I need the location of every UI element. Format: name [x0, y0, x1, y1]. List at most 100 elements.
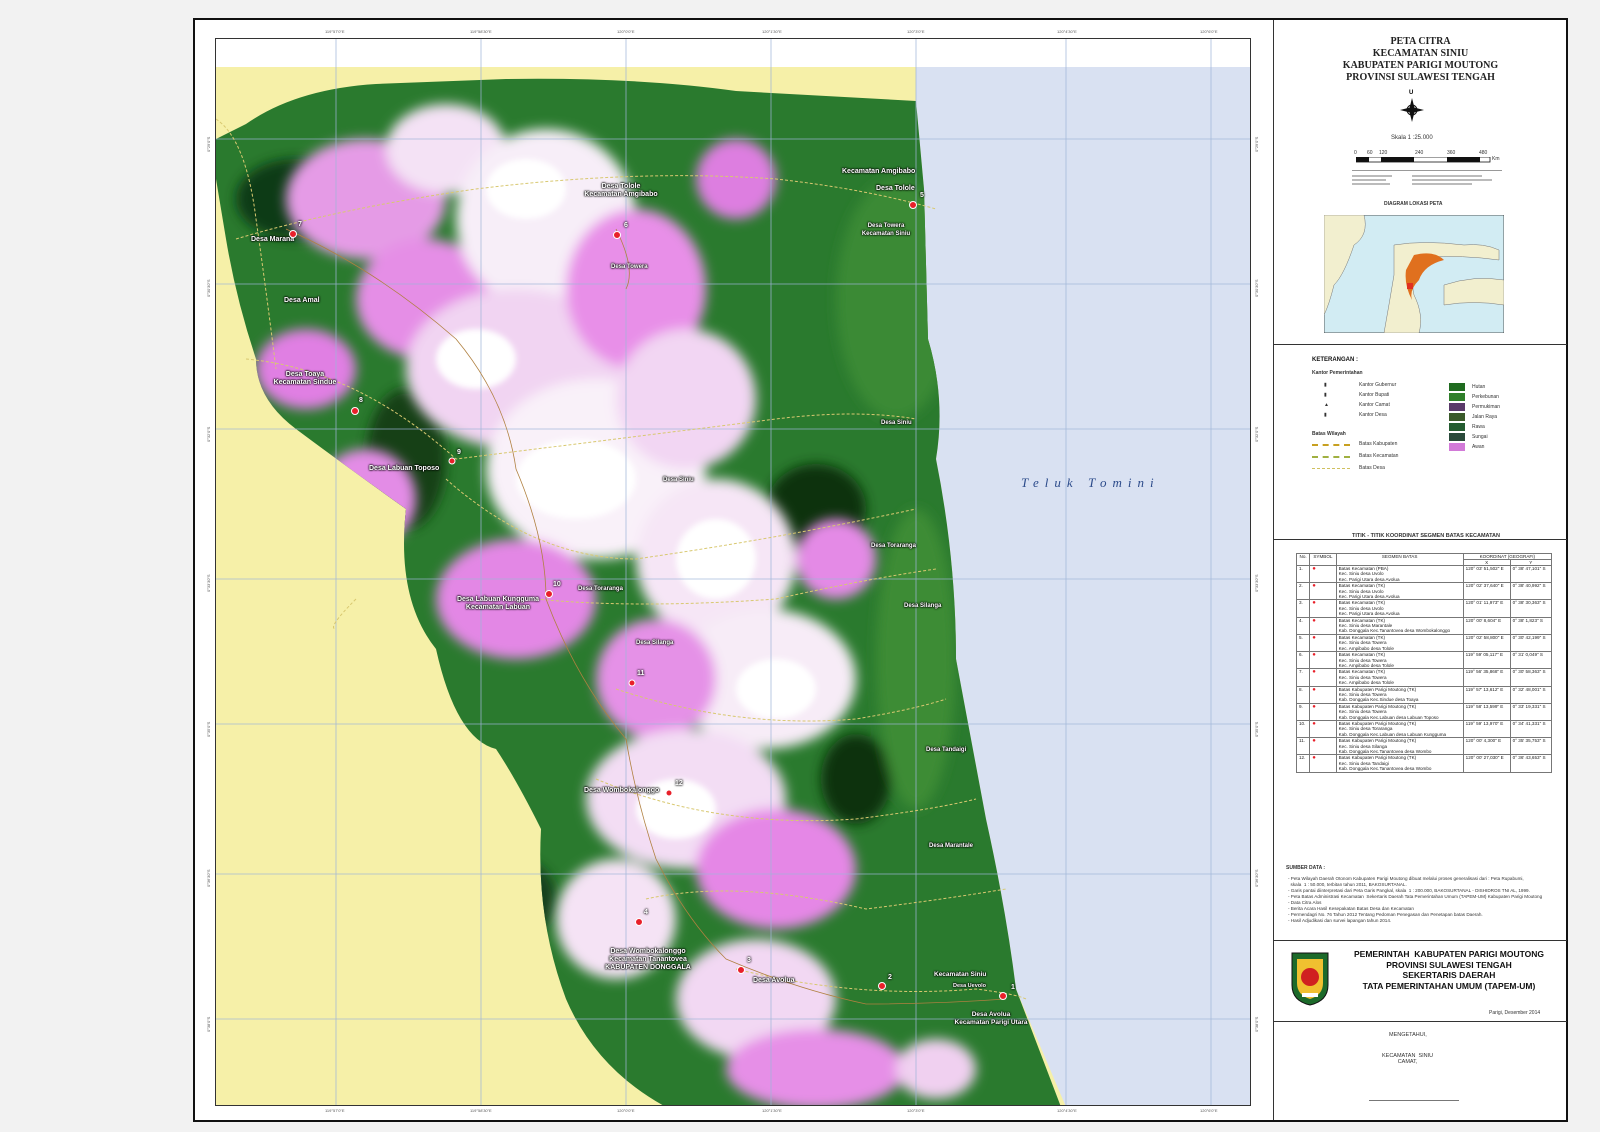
boundary-point[interactable]: 5: [920, 192, 924, 199]
boundary-point[interactable]: 4: [644, 909, 648, 916]
cell-no: 6.: [1295, 651, 1311, 670]
cell-symbol: ●: [1309, 599, 1337, 618]
boundary-point[interactable]: 10: [553, 581, 561, 588]
table-row: 2. ● Batas Kecamatan (TK) Kec. Siniu desa …: [1295, 582, 1553, 601]
cell-y: 0° 31' 0,049" S: [1509, 651, 1553, 670]
legend-item: Kantor Gubernur: [1359, 382, 1397, 388]
cell-no: 1.: [1295, 564, 1311, 584]
satellite-map[interactable]: Teluk Tomini Kecamatan Amgibabo Desa Tol…: [215, 38, 1251, 1106]
scale-tick: 480: [1479, 150, 1488, 156]
map-label: Desa Wombokalonggo: [584, 787, 660, 794]
boundary-point[interactable]: 1: [1011, 984, 1015, 991]
cell-x: 120° 00' 27,030" E: [1462, 754, 1511, 773]
scale-bar: [1356, 157, 1491, 163]
boundary-point[interactable]: 6: [624, 222, 628, 229]
point-symbol-icon: ●: [1312, 686, 1316, 693]
boundary-point[interactable]: 11: [637, 670, 644, 677]
legend-item: Kantor Camat: [1359, 402, 1390, 408]
tick-left: 0°29'0"S: [206, 136, 211, 152]
legend-icon-gubernur: ▮: [1324, 382, 1327, 388]
signature-line: [1369, 1100, 1459, 1101]
cell-symbol: ●: [1309, 564, 1337, 584]
sea-label: Teluk Tomini: [1021, 475, 1160, 490]
boundary-point[interactable]: 3: [747, 957, 751, 964]
cell-x: 120° 02' 58,800" E: [1462, 633, 1511, 653]
tick-top: 119°58'30"E: [470, 29, 492, 34]
cell-symbol: ●: [1309, 668, 1337, 687]
title-section: PETA CITRA KECAMATAN SINIU KABUPATEN PAR…: [1274, 20, 1567, 345]
cell-y: 0° 36' 43,653" S: [1509, 754, 1553, 773]
col-no: No.: [1295, 553, 1311, 566]
sumber-title: SUMBER DATA :: [1286, 865, 1326, 871]
cell-segment: Batas Kecamatan (PBA) Kec. Siniu desa Uv…: [1335, 564, 1464, 584]
cell-symbol: ●: [1309, 737, 1337, 756]
tick-bottom: 120°3'0"E: [907, 1108, 925, 1113]
map-legend-panel: PETA CITRA KECAMATAN SINIU KABUPATEN PAR…: [1273, 20, 1567, 1120]
table-row: 7. ● Batas Kecamatan (TK) Kec. Siniu desa …: [1295, 668, 1553, 687]
tick-right: 0°29'0"S: [1254, 136, 1259, 152]
cell-y: 0° 30' 42,199" S: [1509, 633, 1553, 653]
boundary-point[interactable]: 7: [298, 221, 302, 228]
legend-batas-heading: Batas Wilayah: [1312, 431, 1346, 437]
scale-unit: Km: [1492, 156, 1500, 162]
legend-swatch: [1449, 383, 1465, 391]
cell-x: 119° 58' 13,599" E: [1462, 702, 1511, 721]
map-label: Desa Siniu: [881, 420, 912, 426]
sumber-list: - Peta Wilayah Daerah Otonom Kabupaten P…: [1288, 876, 1563, 924]
tick-right: 0°30'30"S: [1254, 279, 1259, 297]
tick-bottom: 119°58'30"E: [470, 1108, 492, 1113]
cell-segment: Batas Kabupaten Parigi Moutong (TK) Kec.…: [1335, 719, 1464, 739]
map-label: Desa Amal: [284, 297, 320, 304]
boundary-point[interactable]: 12: [675, 780, 683, 787]
scale-text: Skala 1 :25.000: [1391, 135, 1433, 141]
legend-item: Batas Kabupaten: [1359, 441, 1398, 447]
cell-no: 11.: [1295, 737, 1311, 756]
tick-left: 0°32'0"S: [206, 426, 211, 442]
tick-bottom: 120°4'30"E: [1057, 1108, 1077, 1113]
cell-no: 5.: [1295, 633, 1311, 653]
map-label: Desa Avolua: [753, 977, 795, 984]
legend-swatch: [1449, 403, 1465, 411]
tick-top: 120°0'0"E: [617, 29, 635, 34]
legend-swatch: [1449, 433, 1465, 441]
point-symbol-icon: ●: [1312, 583, 1316, 590]
boundary-point[interactable]: 9: [457, 449, 461, 456]
map-label: Desa Toraranga: [578, 586, 623, 592]
point-symbol-icon: ●: [1312, 617, 1316, 624]
tick-right: 0°36'30"S: [1254, 869, 1259, 887]
point-symbol-icon: ●: [1312, 738, 1316, 745]
legend-gov-heading: Kantor Pemerintahan: [1312, 370, 1363, 376]
cell-symbol: ●: [1309, 685, 1337, 704]
cell-y: 0° 34' 41,331" S: [1509, 719, 1553, 739]
legend-line-desa: [1312, 468, 1350, 469]
cell-symbol: ●: [1309, 582, 1337, 601]
cell-symbol: ●: [1309, 754, 1337, 773]
point-symbol-icon: ●: [1312, 755, 1316, 762]
point-symbol-icon: ●: [1312, 652, 1316, 659]
projection-notes: [1352, 170, 1502, 191]
sumber-line: - Peta Batas Administrasi Kecamatan Seke…: [1288, 894, 1543, 899]
map-label: Desa Labuan Toposo: [369, 465, 440, 472]
scale-tick: 360: [1447, 150, 1456, 156]
map-label: Kecamatan Siniu: [934, 971, 987, 978]
cell-y: 0° 30' 58,363" S: [1509, 668, 1553, 687]
cell-y: 0° 38' 1,823" S: [1509, 616, 1553, 635]
boundary-point[interactable]: 8: [359, 397, 363, 404]
cell-no: 12.: [1295, 754, 1311, 773]
boundary-point[interactable]: 2: [888, 974, 892, 981]
mengetahui-text: MENGETAHUI,: [1389, 1032, 1427, 1038]
legend-item: Rawa: [1472, 424, 1485, 430]
cell-x: 119° 59' 05,117" E: [1462, 651, 1511, 670]
tick-left: 0°33'30"S: [206, 574, 211, 592]
map-graphic: [216, 39, 1250, 1105]
cell-symbol: ●: [1309, 633, 1337, 653]
cell-no: 7.: [1295, 668, 1311, 687]
cell-segment: Batas Kabupaten Parigi Moutong (TK) Kec.…: [1335, 702, 1464, 721]
tick-left: 0°35'0"S: [206, 721, 211, 737]
map-label: Desa Silanga: [904, 603, 942, 609]
tick-bottom: 120°6'0"E: [1200, 1108, 1218, 1113]
map-label: Desa Silanga: [636, 640, 674, 646]
tick-top: 120°4'30"E: [1057, 29, 1077, 34]
cell-y: 0° 38' 30,363" S: [1509, 599, 1553, 618]
map-label: Desa Labuan Kungguma Kecamatan Labuan: [456, 596, 540, 611]
